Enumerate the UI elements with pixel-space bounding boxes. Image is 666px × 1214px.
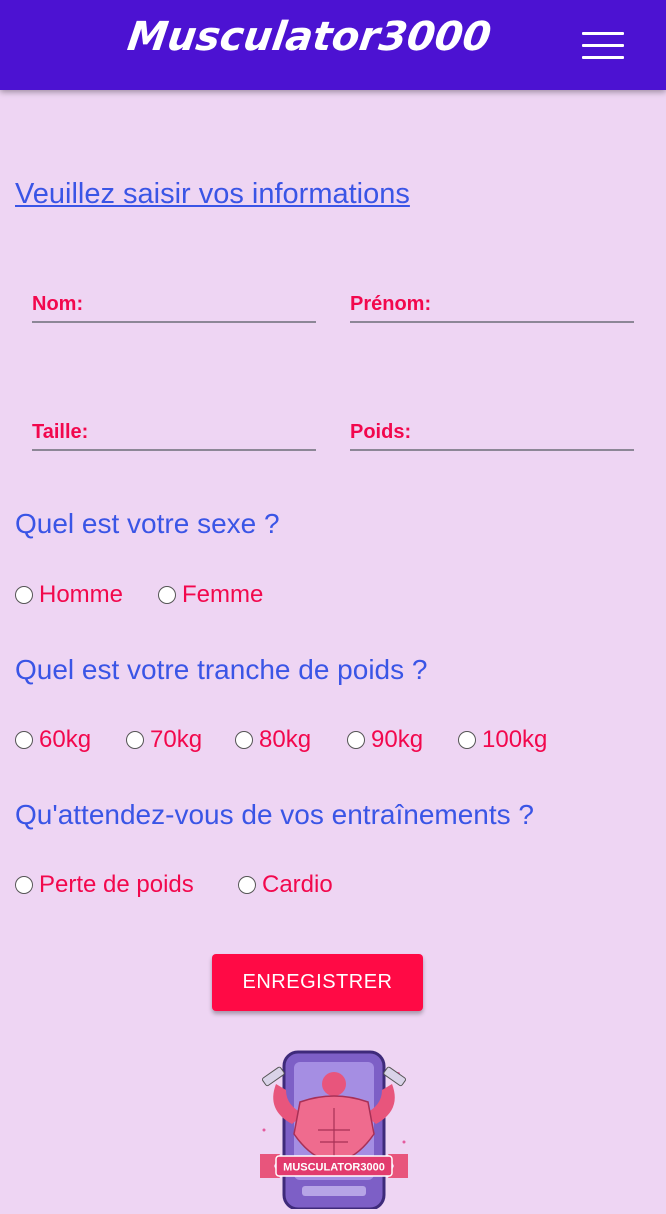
radio-cardio[interactable]: Cardio: [238, 871, 333, 899]
save-button[interactable]: ENREGISTRER: [212, 954, 423, 1011]
taille-field[interactable]: Taille:: [32, 415, 320, 451]
radio-label: 90kg: [371, 726, 424, 753]
radio-label: Cardio: [262, 871, 333, 898]
radio-circle[interactable]: [347, 731, 365, 749]
radio-circle[interactable]: [458, 731, 476, 749]
radio-femme[interactable]: Femme: [158, 581, 263, 609]
question-poids: Quel est votre tranche de poids ?: [15, 654, 428, 685]
radio-label: 100kg: [482, 726, 548, 753]
radio-circle[interactable]: [15, 731, 33, 749]
poids-input[interactable]: [350, 415, 638, 451]
question-sexe: Quel est votre sexe ?: [15, 508, 280, 539]
bodybuilder-logo-icon: MUSCULATOR3000: [256, 1050, 412, 1211]
radio-circle[interactable]: [15, 586, 33, 604]
question-objectif: Qu'attendez-vous de vos entraînements ?: [15, 799, 534, 830]
nom-field[interactable]: Nom:: [32, 287, 320, 323]
radio-label: Perte de poids: [39, 871, 194, 898]
poids-field[interactable]: Poids:: [350, 415, 638, 451]
prenom-input[interactable]: [350, 287, 638, 323]
radio-60kg[interactable]: 60kg: [15, 726, 91, 754]
radio-70kg[interactable]: 70kg: [126, 726, 202, 754]
radio-circle[interactable]: [126, 731, 144, 749]
taille-input[interactable]: [32, 415, 320, 451]
form-title-link[interactable]: Veuillez saisir vos informations: [15, 178, 410, 211]
radio-label: 60kg: [39, 726, 92, 753]
radio-perte-de-poids[interactable]: Perte de poids: [15, 871, 194, 899]
hamburger-menu-icon[interactable]: [582, 30, 624, 60]
radio-label: 80kg: [259, 726, 312, 753]
radio-label: Homme: [39, 581, 124, 608]
radio-circle[interactable]: [15, 876, 33, 894]
prenom-field[interactable]: Prénom:: [350, 287, 638, 323]
radio-circle[interactable]: [238, 876, 256, 894]
radio-circle[interactable]: [235, 731, 253, 749]
radio-homme[interactable]: Homme: [15, 581, 123, 609]
radio-100kg[interactable]: 100kg: [458, 726, 547, 754]
radio-80kg[interactable]: 80kg: [235, 726, 311, 754]
radio-circle[interactable]: [158, 586, 176, 604]
nom-input[interactable]: [32, 287, 320, 323]
brand-title[interactable]: Musculator3000: [125, 14, 494, 60]
top-navigation-bar: Musculator3000: [0, 0, 666, 90]
radio-90kg[interactable]: 90kg: [347, 726, 423, 754]
radio-label: Femme: [182, 581, 264, 608]
logo-text: MUSCULATOR3000: [283, 1162, 385, 1174]
radio-label: 70kg: [150, 726, 203, 753]
